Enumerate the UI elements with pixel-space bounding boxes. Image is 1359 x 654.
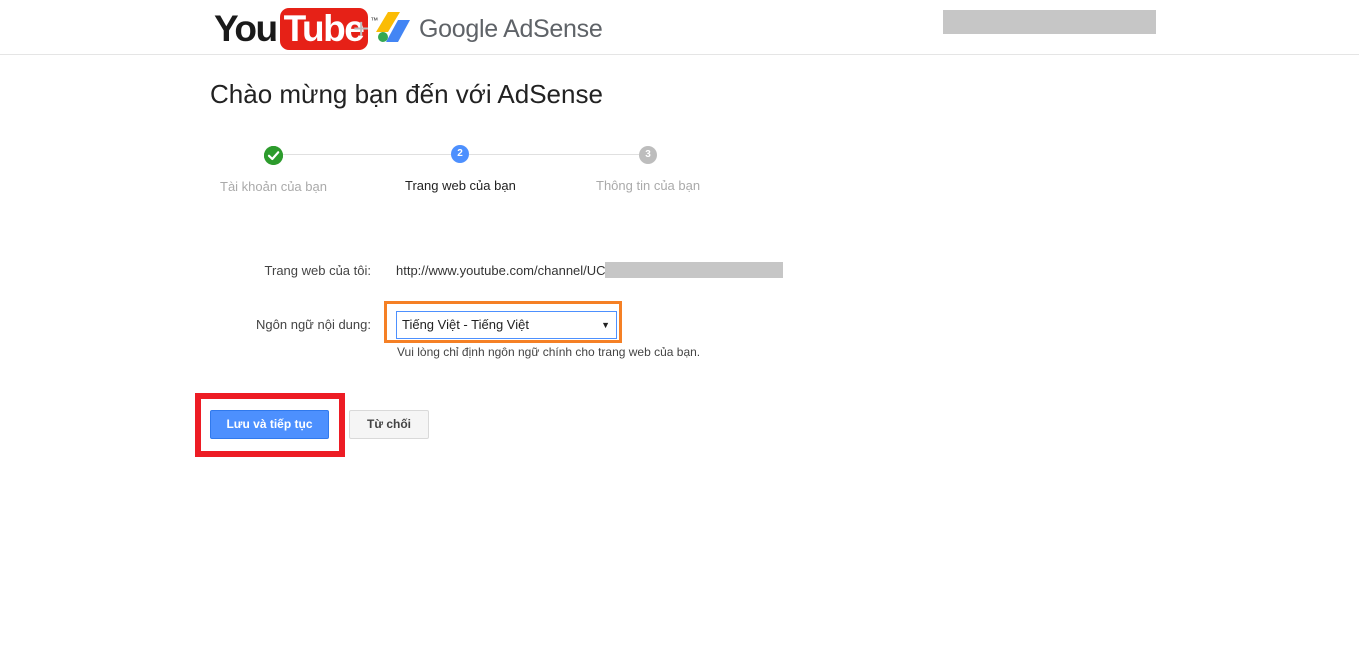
website-url-redacted (605, 262, 783, 278)
header: You Tube ™ + Google AdSense (0, 0, 1359, 55)
language-label: Ngôn ngữ nội dung: (256, 317, 371, 332)
step-3-label: Thông tin của bạn (596, 178, 701, 193)
step-1-label: Tài khoản của bạn (220, 179, 327, 194)
adsense-logo-text: Google AdSense (419, 15, 603, 43)
youtube-logo-you: You (214, 8, 278, 49)
step-connector (469, 154, 639, 155)
adsense-signup-page: You Tube ™ + Google AdSense Chào mừng bạ… (0, 0, 1359, 654)
step-2-label: Trang web của bạn (405, 178, 516, 193)
language-hint: Vui lòng chỉ định ngôn ngữ chính cho tra… (397, 345, 701, 359)
page-title: Chào mừng bạn đến với AdSense (210, 79, 603, 109)
save-continue-button[interactable]: Lưu và tiếp tục (210, 410, 329, 439)
website-url: http://www.youtube.com/channel/UC (396, 263, 606, 278)
language-select[interactable]: Tiếng Việt - Tiếng Việt ▼ (396, 311, 617, 339)
decline-button[interactable]: Từ chối (349, 410, 429, 439)
plus-sign: + (353, 13, 370, 44)
step-connector (283, 154, 451, 155)
language-select-value: Tiếng Việt - Tiếng Việt (402, 317, 529, 332)
account-email-redacted[interactable] (943, 10, 1156, 34)
adsense-logo-icon (376, 12, 410, 42)
dropdown-arrow-icon: ▼ (601, 320, 610, 330)
step-1-check-icon (264, 146, 283, 165)
step-3-marker: 3 (639, 146, 657, 164)
website-label: Trang web của tôi: (264, 263, 371, 278)
step-2-marker: 2 (451, 145, 469, 163)
